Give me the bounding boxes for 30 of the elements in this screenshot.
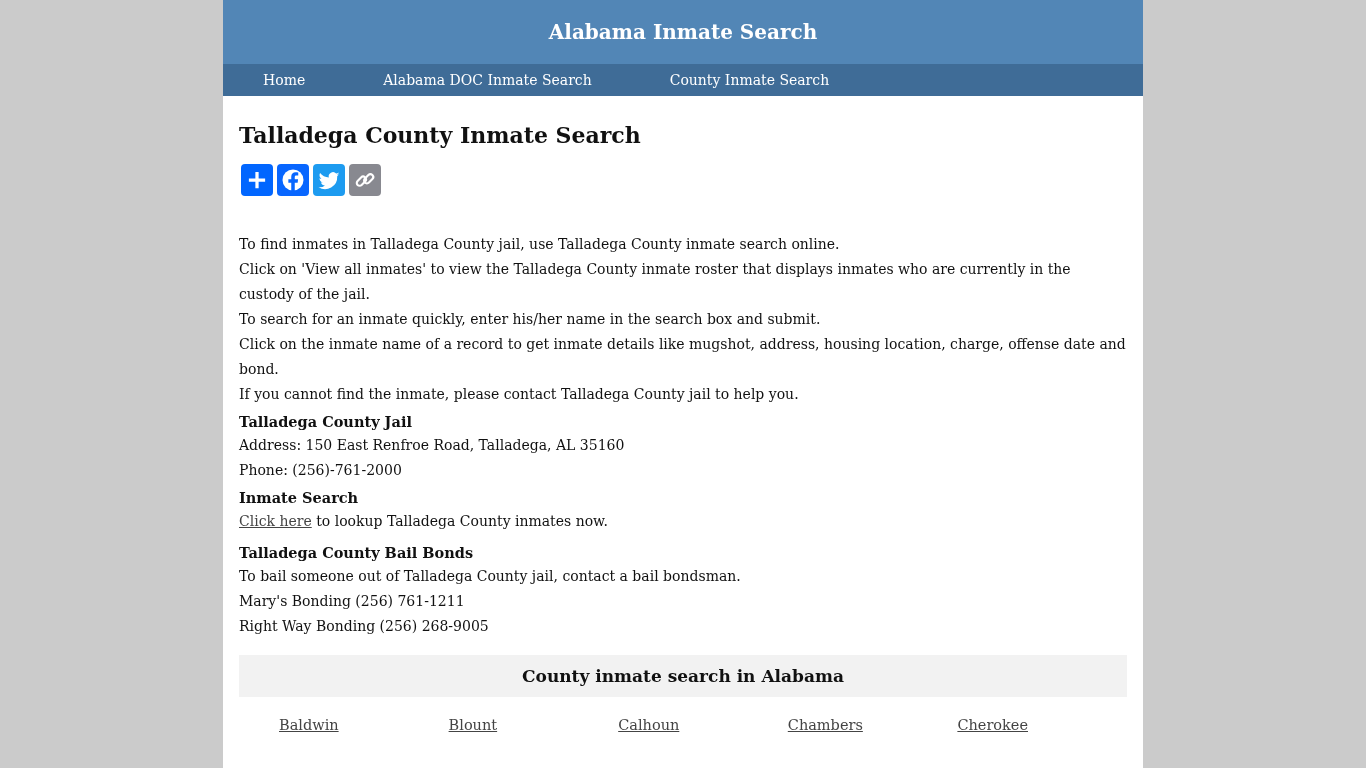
- bail-info: Mary's Bonding (256) 761-1211: [239, 592, 466, 611]
- add-share-button[interactable]: [241, 164, 273, 196]
- nav-link[interactable]: County Inmate Search: [669, 72, 830, 88]
- county-heading: County inmate search in Alabama: [239, 655, 1127, 697]
- page-title: Talladega County Inmate Search: [239, 122, 642, 148]
- lookup-link[interactable]: Click here: [239, 513, 312, 529]
- county-link[interactable]: Chambers: [787, 717, 958, 733]
- nav-link[interactable]: Home: [263, 72, 306, 88]
- section-heading: Inmate Search: [239, 488, 360, 508]
- intro-text: Click on 'View all inmates' to view the Talladega County inmate roster that displays inmates who are currently in the custody of the jail.: [239, 260, 1072, 304]
- county-link[interactable]: Baldwin: [279, 717, 449, 733]
- lookup-text: Click here to lookup Talladega County inmates now.: [239, 512, 609, 531]
- nav-link[interactable]: Alabama DOC Inmate Search: [383, 72, 592, 88]
- intro-text: To search for an inmate quickly, enter his/her name in the search box and submit.: [239, 310, 822, 329]
- section-heading: Talladega County Bail Bonds: [239, 543, 475, 563]
- jail-info: Phone: (256)-761-2000: [239, 461, 403, 480]
- intro-text: To find inmates in Talladega County jail, use Talladega County inmate search online.: [239, 235, 841, 254]
- intro-text: If you cannot find the inmate, please contact Talladega County jail to help you.: [239, 385, 800, 404]
- twitter-share-button[interactable]: [313, 164, 345, 196]
- section-heading: Talladega County Jail: [239, 412, 413, 432]
- copy-share-button[interactable]: [349, 164, 381, 196]
- site-title: Alabama Inmate Search: [547, 19, 819, 46]
- bail-info: Right Way Bonding (256) 268-9005: [239, 617, 490, 636]
- facebook-share-button[interactable]: [277, 164, 309, 196]
- county-link[interactable]: Blount: [448, 717, 619, 733]
- county-link[interactable]: Calhoun: [618, 717, 788, 733]
- intro-text: Click on the inmate name of a record to get inmate details like mugshot, address, housing location, charge, offense date and bond.: [239, 335, 1127, 379]
- jail-info: Address: 150 East Renfroe Road, Talladega, AL 35160: [239, 436, 626, 455]
- county-link[interactable]: Cherokee: [957, 717, 1127, 733]
- bail-info: To bail someone out of Talladega County jail, contact a bail bondsman.: [239, 567, 742, 586]
